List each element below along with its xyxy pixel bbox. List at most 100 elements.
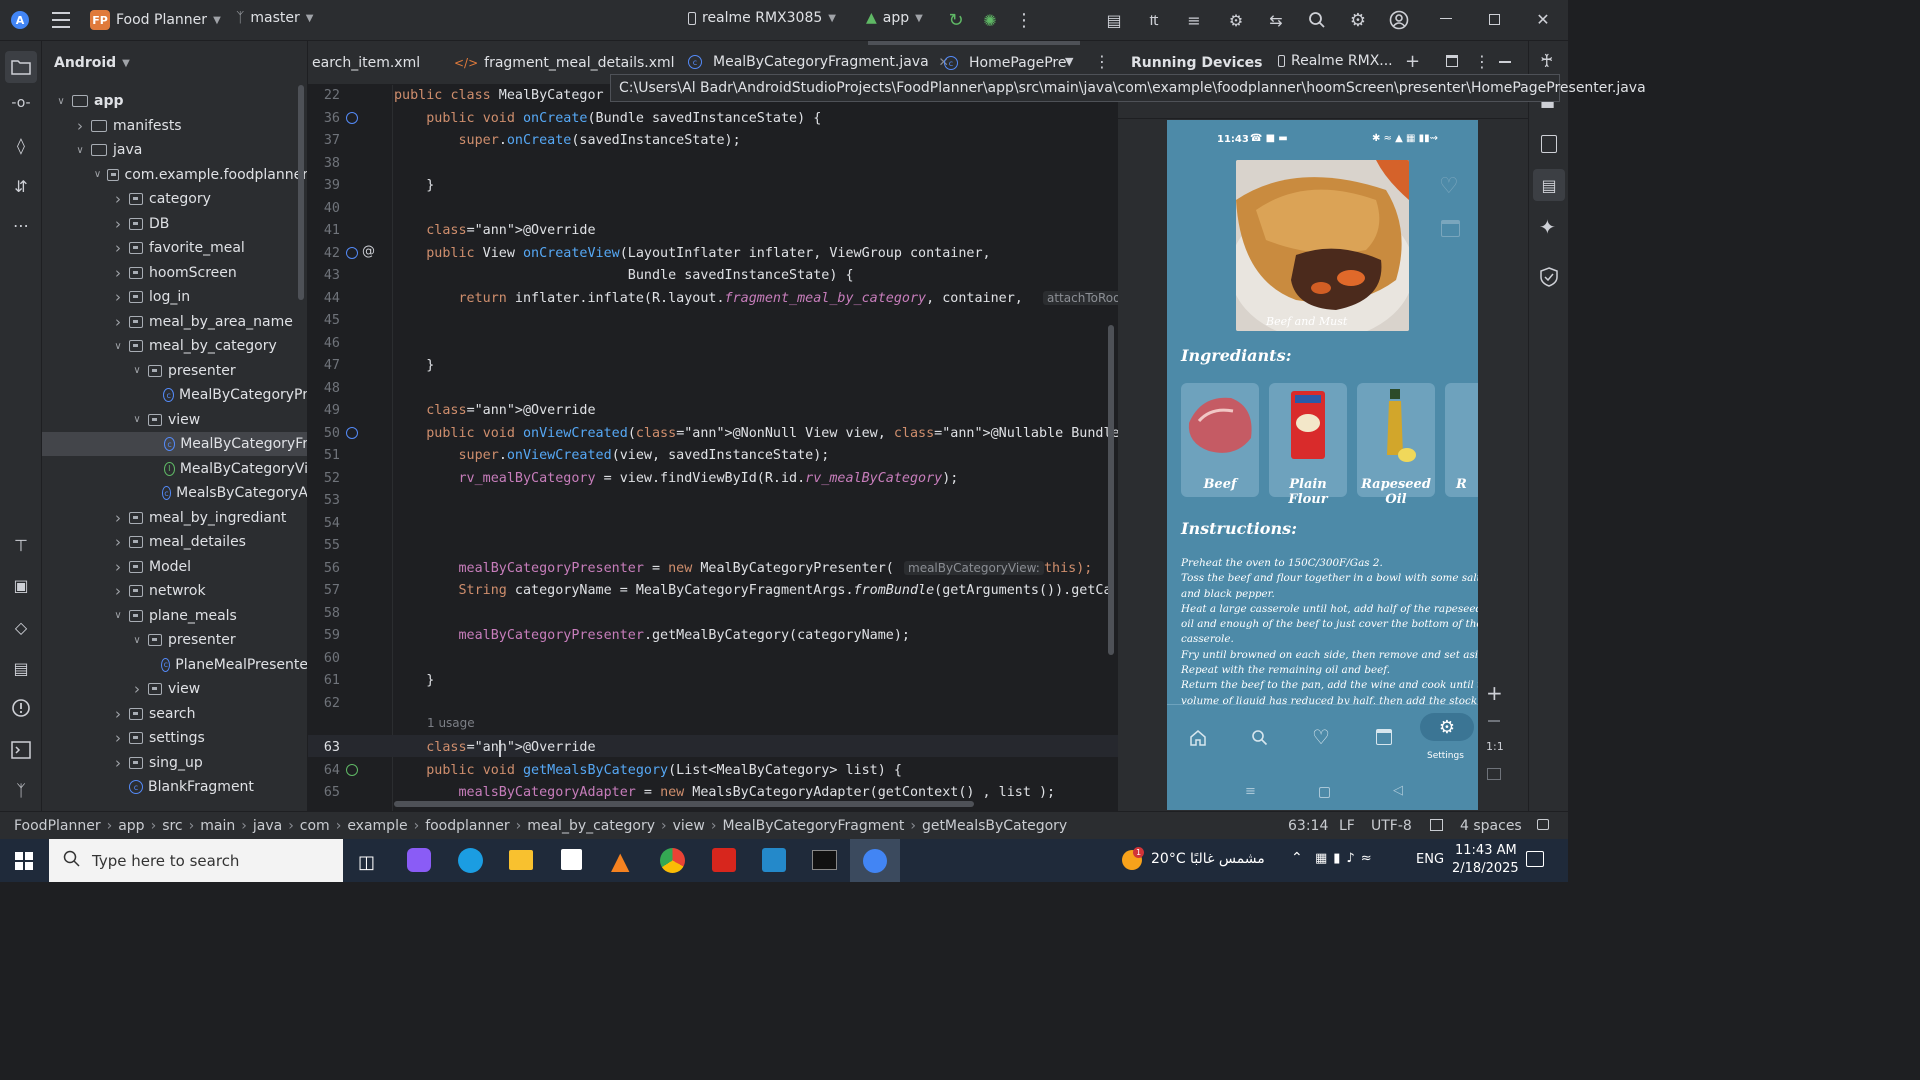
- acrobat-icon[interactable]: [712, 848, 736, 872]
- caret-position[interactable]: 63:14: [1288, 818, 1328, 834]
- tree-item-db[interactable]: › DB: [42, 212, 307, 236]
- task-view-icon[interactable]: ◫: [358, 852, 375, 873]
- tree-item-hoomscreen[interactable]: › hoomScreen: [42, 261, 307, 285]
- hide-panel-icon[interactable]: [1499, 61, 1511, 63]
- line-number[interactable]: 56: [308, 558, 340, 580]
- code-line[interactable]: 59 mealByCategoryPresenter.getMealByCate…: [308, 625, 1118, 647]
- zoom-out-icon[interactable]: [1488, 720, 1500, 722]
- line-separator[interactable]: LF: [1339, 818, 1355, 834]
- zoom-in-icon[interactable]: +: [1486, 681, 1503, 705]
- line-number[interactable]: 63: [308, 737, 340, 759]
- chevron-down-icon[interactable]: ∨: [130, 635, 144, 646]
- code-line[interactable]: 37 super.onCreate(savedInstanceState);: [308, 130, 1118, 152]
- code-line[interactable]: 41 class="ann">@Override: [308, 220, 1118, 242]
- tree-item-meal-by-area-name[interactable]: › meal_by_area_name: [42, 310, 307, 334]
- tree-item-presenter[interactable]: ∨ presenter: [42, 628, 307, 652]
- app-inspection-icon[interactable]: ▤: [9, 656, 33, 680]
- restore-icon[interactable]: [1489, 14, 1500, 25]
- tree-item-java[interactable]: ∨ java: [42, 138, 307, 162]
- window-layout-icon[interactable]: [1446, 55, 1458, 67]
- tree-item-sing-up[interactable]: › sing_up: [42, 751, 307, 775]
- tree-item-mealbycategoryvi[interactable]: I MealByCategoryVi: [42, 457, 307, 481]
- breadcrumb-item[interactable]: getMealsByCategory: [922, 818, 1067, 834]
- sdk-manager-icon[interactable]: ⚙: [1226, 10, 1246, 30]
- code-line[interactable]: 61 }: [308, 670, 1118, 692]
- code-line[interactable]: 57 String categoryName = MealByCategoryF…: [308, 580, 1118, 602]
- code-line[interactable]: 43 Bundle savedInstanceState) {: [308, 265, 1118, 287]
- notification-center-icon[interactable]: [1526, 851, 1544, 867]
- main-menu-icon[interactable]: [52, 12, 70, 28]
- file-explorer-icon[interactable]: [509, 850, 533, 870]
- security-shield-icon[interactable]: [1539, 267, 1559, 291]
- line-number[interactable]: 57: [308, 580, 340, 602]
- commit-icon[interactable]: -o-: [9, 91, 33, 115]
- line-number[interactable]: 53: [308, 490, 340, 512]
- windows-start-icon[interactable]: [15, 852, 33, 874]
- code-line[interactable]: 62: [308, 693, 1118, 715]
- pull-requests-icon[interactable]: ⇵: [9, 174, 33, 198]
- rerun-icon[interactable]: ↻: [946, 10, 966, 31]
- weather-text[interactable]: 20°C مشمس غالبًا: [1151, 851, 1265, 867]
- device-selector[interactable]: realme RMX3085 ▼: [688, 10, 836, 26]
- code-line[interactable]: 46: [308, 333, 1118, 355]
- chevron-right-icon[interactable]: ›: [111, 264, 125, 282]
- project-selector[interactable]: FP Food Planner ▼: [90, 10, 221, 30]
- code-line[interactable]: 60: [308, 648, 1118, 670]
- lock-icon[interactable]: [1537, 819, 1549, 830]
- vlc-icon[interactable]: ▲: [611, 847, 629, 875]
- chevron-right-icon[interactable]: ›: [111, 509, 125, 527]
- tree-item-meal-detailes[interactable]: › meal_detailes: [42, 530, 307, 554]
- breadcrumb-item[interactable]: example: [347, 818, 407, 834]
- code-line[interactable]: 64 public void getMealsByCategory(List<M…: [308, 760, 1118, 782]
- chevron-right-icon[interactable]: ›: [111, 533, 125, 551]
- chevron-down-icon[interactable]: ∨: [111, 341, 125, 352]
- more-tabs-icon[interactable]: ⋮: [1094, 52, 1110, 71]
- line-number[interactable]: 40: [308, 198, 340, 220]
- breadcrumb-item[interactable]: view: [673, 818, 705, 834]
- line-number[interactable]: 51: [308, 445, 340, 467]
- line-number[interactable]: 44: [308, 288, 340, 310]
- code-line[interactable]: 51 super.onViewCreated(view, savedInstan…: [308, 445, 1118, 467]
- chevron-down-icon[interactable]: ∨: [130, 365, 144, 376]
- line-number[interactable]: 39: [308, 175, 340, 197]
- tree-item-presenter[interactable]: ∨ presenter: [42, 359, 307, 383]
- tree-item-mealbycategorypr[interactable]: c MealByCategoryPr: [42, 383, 307, 407]
- code-line[interactable]: 42 public View onCreateView(LayoutInflat…: [308, 243, 1118, 265]
- language-indicator[interactable]: ENG: [1416, 852, 1444, 867]
- tree-item-view[interactable]: ∨ view: [42, 408, 307, 432]
- terminal-app-icon[interactable]: [812, 850, 837, 870]
- taskbar-search-box[interactable]: Type here to search: [49, 839, 343, 882]
- code-line[interactable]: 47 }: [308, 355, 1118, 377]
- add-to-plan-calendar-icon[interactable]: [1441, 220, 1460, 237]
- chevron-down-icon[interactable]: ∨: [130, 414, 144, 425]
- minimize-icon[interactable]: [1440, 18, 1452, 19]
- account-icon[interactable]: [1389, 10, 1409, 30]
- tree-item-favorite-meal[interactable]: › favorite_meal: [42, 236, 307, 260]
- editor-horizontal-scrollbar[interactable]: [394, 801, 974, 807]
- implement-icon[interactable]: [346, 763, 358, 776]
- clock-time[interactable]: 11:43 AM: [1455, 843, 1517, 858]
- override-icon[interactable]: [346, 426, 358, 439]
- chrome-icon[interactable]: [660, 848, 685, 873]
- line-number[interactable]: 64: [308, 760, 340, 782]
- nav-settings-active[interactable]: ⚙: [1420, 713, 1474, 741]
- code-line[interactable]: 52 rv_mealByCategory = view.findViewById…: [308, 468, 1118, 490]
- problems-icon[interactable]: [9, 696, 33, 720]
- breadcrumb-item[interactable]: FoodPlanner: [14, 818, 101, 834]
- microsoft-store-icon[interactable]: [561, 849, 582, 870]
- project-tool-icon[interactable]: [5, 51, 37, 83]
- line-number[interactable]: 58: [308, 603, 340, 625]
- line-number[interactable]: 55: [308, 535, 340, 557]
- gem-icon[interactable]: ◇: [9, 615, 33, 639]
- settings-icon[interactable]: ⚙: [1348, 10, 1368, 31]
- project-view-selector[interactable]: Android ▼: [42, 41, 307, 85]
- logcat-icon[interactable]: ▣: [9, 573, 33, 597]
- close-icon[interactable]: ✕: [1535, 10, 1551, 29]
- ingredients-list[interactable]: Beef Plain Flour Rapeseed Oil R: [1181, 383, 1478, 507]
- readonly-toggle-icon[interactable]: [1430, 819, 1443, 831]
- code-line[interactable]: 39 }: [308, 175, 1118, 197]
- line-number[interactable]: 59: [308, 625, 340, 647]
- override-icon[interactable]: [346, 246, 358, 259]
- chevron-right-icon[interactable]: ›: [111, 190, 125, 208]
- breadcrumb-item[interactable]: foodplanner: [425, 818, 509, 834]
